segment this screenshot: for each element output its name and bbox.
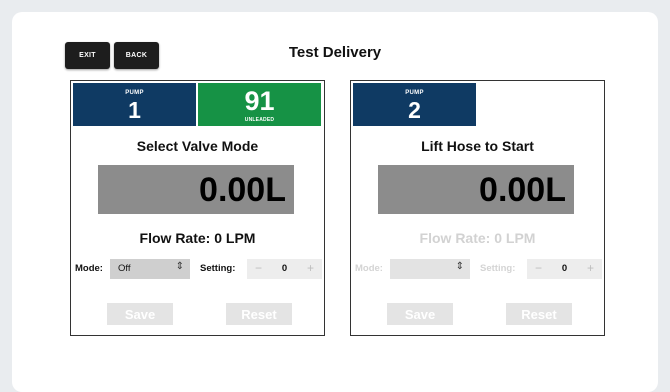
flow-rate: Flow Rate: 0 LPM bbox=[139, 230, 256, 246]
up-down-chevron-icon: ⇕ bbox=[175, 261, 184, 272]
fuel-grade-number: 91 bbox=[244, 86, 275, 116]
pump-badge-1[interactable]: PUMP 1 bbox=[73, 83, 196, 126]
pump-status: Lift Hose to Start bbox=[421, 138, 534, 154]
mode-setting-row: Mode: ⇕ Setting: − 0 + bbox=[351, 259, 603, 279]
mode-setting-row: Mode: Off ⇕ Setting: − 0 + bbox=[71, 259, 323, 279]
pump-label: PUMP bbox=[405, 90, 424, 96]
mode-select[interactable]: ⇕ bbox=[390, 259, 470, 279]
reset-button[interactable]: Reset bbox=[506, 303, 572, 325]
fuel-grade-label: UNLEADED bbox=[244, 117, 275, 123]
pump-number: 1 bbox=[128, 97, 141, 123]
mode-label: Mode: bbox=[355, 263, 383, 274]
flow-rate: Flow Rate: 0 LPM bbox=[419, 230, 536, 246]
save-button[interactable]: Save bbox=[107, 303, 173, 325]
page-title: Test Delivery bbox=[288, 44, 382, 61]
setting-stepper[interactable]: − 0 + bbox=[527, 259, 602, 279]
save-button[interactable]: Save bbox=[387, 303, 453, 325]
volume-display: 0.00L bbox=[378, 165, 574, 214]
pump-panel-1: PUMP 1 91 UNLEADED Select Valve Mode 0.0… bbox=[70, 80, 325, 336]
pump-panel-2: PUMP 2 Lift Hose to Start 0.00L Flow Rat… bbox=[350, 80, 605, 336]
plus-icon[interactable]: + bbox=[587, 261, 594, 275]
volume-display: 0.00L bbox=[98, 165, 294, 214]
pump-badge-2[interactable]: PUMP 2 bbox=[353, 83, 476, 126]
reset-button[interactable]: Reset bbox=[226, 303, 292, 325]
setting-stepper[interactable]: − 0 + bbox=[247, 259, 322, 279]
setting-label: Setting: bbox=[480, 263, 516, 274]
mode-label: Mode: bbox=[75, 263, 103, 274]
pump-number: 2 bbox=[408, 97, 421, 123]
setting-label: Setting: bbox=[200, 263, 236, 274]
pump-status: Select Valve Mode bbox=[136, 138, 259, 154]
fuel-grade-badge[interactable]: 91 UNLEADED bbox=[198, 83, 321, 126]
up-down-chevron-icon: ⇕ bbox=[455, 261, 464, 272]
mode-select[interactable]: Off ⇕ bbox=[110, 259, 190, 279]
plus-icon[interactable]: + bbox=[307, 261, 314, 275]
pump-label: PUMP bbox=[125, 90, 144, 96]
mode-select-value: Off bbox=[118, 263, 131, 274]
